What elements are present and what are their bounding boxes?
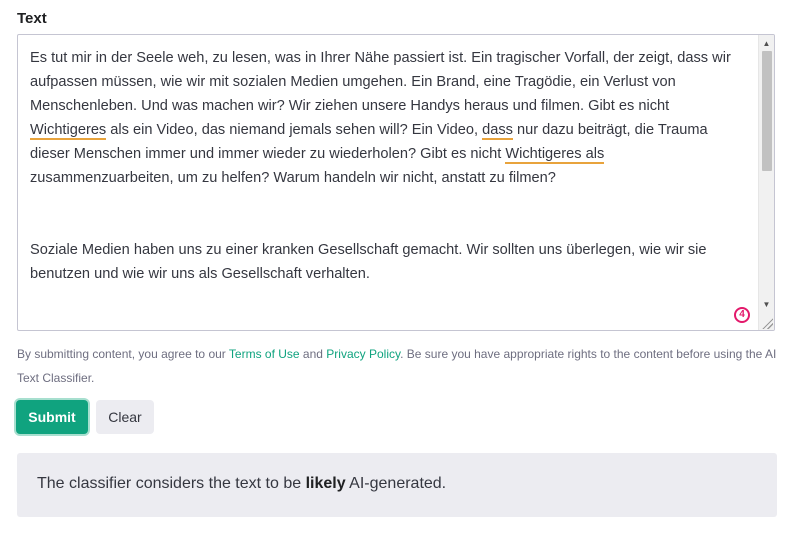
- result-verdict: likely: [305, 475, 346, 492]
- highlighted-word[interactable]: Wichtigeres: [30, 122, 107, 140]
- paragraph-2: Soziale Medien haben uns zu einer kranke…: [30, 242, 707, 282]
- highlighted-word[interactable]: Wichtigeres als: [505, 146, 605, 164]
- terms-and: and: [299, 347, 327, 361]
- issue-count-badge[interactable]: 4: [734, 307, 750, 323]
- paragraph-1: Es tut mir in der Seele weh, zu lesen, w…: [30, 46, 742, 190]
- clear-button[interactable]: Clear: [96, 400, 154, 434]
- resize-handle-icon[interactable]: [761, 317, 773, 329]
- scroll-down-arrow-icon[interactable]: ▼: [759, 298, 774, 312]
- paragraph-1-text-b: als ein Video, das niemand jemals sehen …: [106, 122, 483, 138]
- privacy-policy-link[interactable]: Privacy Policy: [326, 347, 400, 361]
- terms-prefix: By submitting content, you agree to our: [17, 347, 229, 361]
- text-input-content[interactable]: Es tut mir in der Seele weh, zu lesen, w…: [30, 46, 742, 286]
- result-suffix: AI-generated.: [345, 475, 447, 492]
- terms-of-use-link[interactable]: Terms of Use: [229, 347, 300, 361]
- scroll-up-arrow-icon[interactable]: ▲: [759, 37, 774, 51]
- result-prefix: The classifier considers the text to be: [37, 475, 306, 492]
- text-input[interactable]: Es tut mir in der Seele weh, zu lesen, w…: [17, 34, 775, 331]
- highlighted-word[interactable]: dass: [482, 122, 513, 140]
- submit-button[interactable]: Submit: [16, 400, 88, 434]
- paragraph-1-text-d: zusammenzuarbeiten, um zu helfen? Warum …: [30, 170, 556, 186]
- terms-notice: By submitting content, you agree to our …: [17, 342, 777, 390]
- scrollbar-thumb[interactable]: [762, 51, 772, 171]
- classifier-result: The classifier considers the text to be …: [17, 453, 777, 517]
- text-field-label: Text: [17, 10, 47, 27]
- paragraph-1-text-a: Es tut mir in der Seele weh, zu lesen, w…: [30, 50, 731, 114]
- vertical-scrollbar[interactable]: ▲ ▼: [758, 35, 774, 330]
